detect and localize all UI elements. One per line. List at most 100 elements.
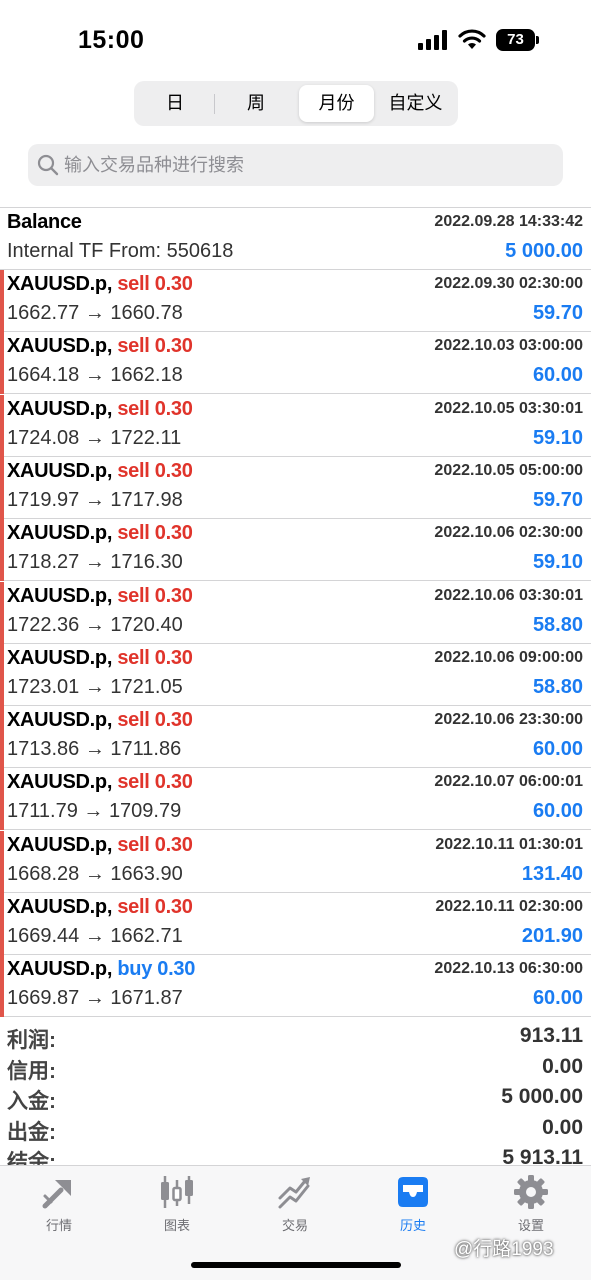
deal-side: sell 0.30	[117, 771, 193, 794]
summary-value: 0.00	[542, 1054, 583, 1078]
battery-icon: 73	[496, 29, 540, 51]
battery-level: 73	[496, 29, 535, 51]
deal-marker	[0, 643, 4, 706]
deal-symbol-name: XAUUSD.p,	[7, 771, 113, 794]
deal-symbol-name: XAUUSD.p,	[7, 646, 113, 669]
trade-icon	[278, 1177, 310, 1209]
deal-close-price: 1671.87	[110, 987, 183, 1010]
deal-time: 2022.10.03 03:00:00	[434, 337, 583, 355]
summary-value: 5 000.00	[501, 1085, 583, 1108]
arrow-icon: →	[84, 675, 105, 698]
deal-prices: 1664.18 → 1662.18	[7, 364, 183, 387]
tab-quotes[interactable]: 行情	[0, 1166, 118, 1236]
deal-marker	[0, 768, 4, 831]
deal-prices: 1713.86 → 1711.86	[7, 738, 181, 761]
deal-prices: 1669.87 → 1671.87	[7, 987, 183, 1010]
deal-symbol-name: XAUUSD.p,	[7, 958, 113, 981]
deal-row[interactable]: XAUUSD.p, sell 0.30 2022.10.06 09:00:00 17…	[0, 643, 591, 706]
deal-symbol-name: XAUUSD.p,	[7, 833, 113, 856]
summary-value: 0.00	[542, 1115, 583, 1139]
deal-close-price: 1660.78	[110, 302, 183, 324]
deal-row[interactable]: XAUUSD.p, sell 0.30 2022.09.30 02:30:00 16…	[0, 270, 591, 332]
tab-trade[interactable]: 交易	[236, 1166, 354, 1236]
deal-row[interactable]: XAUUSD.p, sell 0.30 2022.10.07 06:00:01 17…	[0, 768, 591, 831]
deal-side: sell 0.30	[117, 709, 193, 732]
deal-time: 2022.10.11 01:30:01	[435, 835, 583, 853]
tab-settings-label: 设置	[517, 1218, 544, 1233]
deal-prices: 1724.08 → 1722.11	[7, 427, 181, 450]
arrow-icon: →	[84, 613, 105, 636]
deal-close-price: 1716.30	[110, 551, 183, 574]
deal-close-price: 1722.11	[110, 426, 182, 449]
summary-row: 信用: 0.00	[0, 1055, 591, 1086]
period-tab-day[interactable]: 日	[138, 85, 212, 122]
deal-row[interactable]: XAUUSD.p, sell 0.30 2022.10.06 02:30:00 17…	[0, 519, 591, 582]
deal-profit: 60.00	[532, 364, 583, 387]
deal-open-price: 1711.79	[7, 800, 78, 823]
deal-side: sell 0.30	[117, 646, 193, 669]
deal-time: 2022.10.13 06:30:00	[434, 960, 583, 978]
settings-icon	[514, 1175, 548, 1209]
deal-close-price: 1662.18	[110, 364, 183, 387]
wifi-icon	[458, 29, 486, 49]
tab-history[interactable]: 历史	[354, 1166, 472, 1236]
deal-marker	[0, 270, 4, 332]
search-icon	[37, 154, 59, 176]
tab-chart[interactable]: 图表	[118, 1166, 236, 1236]
deal-marker	[0, 581, 4, 644]
deal-close-price: 1721.05	[110, 675, 183, 698]
summary-label: 入金:	[7, 1090, 56, 1113]
deal-row[interactable]: XAUUSD.p, sell 0.30 2022.10.06 03:30:01 17…	[0, 581, 591, 644]
search-input[interactable]	[64, 144, 544, 186]
deal-time: 2022.10.05 03:30:01	[434, 399, 583, 417]
period-tab-week[interactable]: 周	[216, 85, 296, 122]
balance-row[interactable]: Balance 2022.09.28 14:33:42 Internal TF …	[0, 208, 591, 270]
deal-time: 2022.10.06 03:30:01	[434, 586, 583, 604]
deal-open-price: 1713.86	[7, 738, 80, 761]
deal-profit: 58.80	[532, 675, 583, 698]
quotes-icon	[42, 1180, 71, 1209]
deal-profit: 59.70	[532, 488, 583, 511]
period-tab-custom[interactable]: 自定义	[377, 85, 454, 122]
tab-settings[interactable]: 设置	[472, 1166, 590, 1236]
deal-symbol-name: XAUUSD.p,	[7, 459, 113, 482]
deal-side: sell 0.30	[117, 896, 193, 918]
period-tab-month[interactable]: 月份	[299, 85, 374, 122]
tab-history-label: 历史	[399, 1218, 426, 1233]
deal-marker	[0, 519, 4, 582]
deal-row[interactable]: XAUUSD.p, sell 0.30 2022.10.03 03:00:00 16…	[0, 332, 591, 395]
deal-row[interactable]: XAUUSD.p, sell 0.30 2022.10.05 03:30:01 17…	[0, 394, 591, 457]
arrow-icon: →	[84, 551, 105, 574]
arrow-icon: →	[84, 488, 105, 511]
deal-time: 2022.09.30 02:30:00	[434, 275, 583, 292]
deal-prices: 1723.01 → 1721.05	[7, 676, 183, 699]
arrow-icon: →	[84, 738, 105, 761]
deal-row[interactable]: XAUUSD.p, sell 0.30 2022.10.11 01:30:01 16…	[0, 830, 591, 893]
deal-profit: 59.10	[532, 426, 583, 449]
search-bar	[28, 144, 563, 186]
deal-row[interactable]: XAUUSD.p, sell 0.30 2022.10.11 02:30:00 16…	[0, 893, 591, 955]
deal-side: sell 0.30	[117, 584, 193, 607]
deal-close-price: 1717.98	[110, 488, 183, 511]
tab-quotes-label: 行情	[45, 1218, 72, 1233]
tab-chart-label: 图表	[163, 1218, 190, 1233]
deal-side: sell 0.30	[117, 397, 193, 420]
deal-row[interactable]: XAUUSD.p, sell 0.30 2022.10.06 23:30:00 17…	[0, 706, 591, 769]
deal-prices: 1668.28 → 1663.90	[7, 863, 183, 886]
deal-row[interactable]: XAUUSD.p, buy 0.30 2022.10.13 06:30:00 166…	[0, 955, 591, 1018]
deal-marker	[0, 456, 4, 519]
deal-profit: 60.00	[532, 738, 583, 761]
deal-time: 2022.10.06 02:30:00	[434, 524, 583, 542]
deal-symbol: XAUUSD.p, sell 0.30	[7, 335, 193, 358]
deal-symbol: XAUUSD.p, sell 0.30	[7, 273, 193, 296]
deal-time: 2022.10.06 09:00:00	[434, 648, 583, 666]
deal-marker	[0, 893, 4, 955]
deal-profit: 131.40	[521, 862, 583, 885]
deal-row[interactable]: XAUUSD.p, sell 0.30 2022.10.05 05:00:00 17…	[0, 456, 591, 519]
deal-symbol: XAUUSD.p, sell 0.30	[7, 709, 193, 732]
deal-open-price: 1724.08	[7, 426, 80, 449]
deal-prices: 1719.97 → 1717.98	[7, 489, 183, 512]
deal-profit: 59.10	[532, 551, 583, 574]
deal-side: sell 0.30	[117, 522, 193, 545]
deal-marker	[0, 394, 4, 457]
